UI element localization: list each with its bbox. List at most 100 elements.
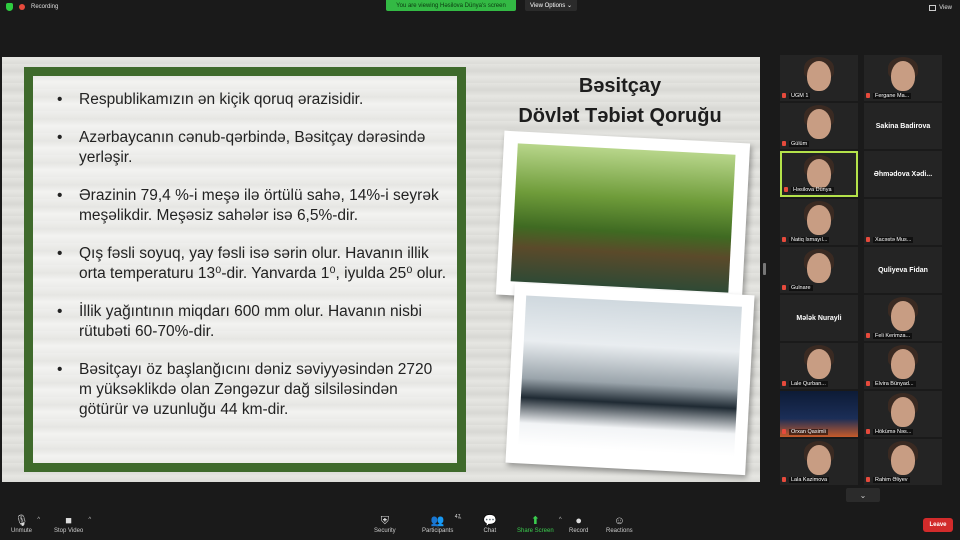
participant-tile[interactable]: Xacəstə Mus... — [864, 199, 942, 245]
mic-muted-icon — [782, 93, 786, 98]
bullet-item: Respublikamızın ən kiçik qoruq ərazisidi… — [53, 90, 447, 110]
chat-label: Chat — [483, 528, 497, 534]
participant-name: Rahim Əliyev — [873, 477, 910, 483]
record-button[interactable]: ● Record — [569, 515, 588, 534]
viewing-banner: You are viewing Həsilova Dünya's screen — [386, 0, 516, 11]
participant-video — [891, 61, 915, 91]
mic-muted-icon — [866, 93, 870, 98]
participant-name: Fergane Ma... — [873, 93, 912, 99]
top-bar: Recording You are viewing Həsilova Dünya… — [0, 0, 960, 18]
record-label: Record — [569, 528, 589, 534]
participant-name: Xacəstə Mus... — [873, 237, 914, 243]
participant-name: Həsilova Dünya — [791, 187, 834, 193]
view-label: View — [939, 5, 952, 11]
participant-video — [807, 253, 831, 283]
participant-name: Lala Kazimova — [789, 477, 830, 483]
participant-video — [891, 445, 915, 475]
reactions-icon: ☺ — [613, 515, 625, 527]
participant-tile[interactable]: Həsilova Dünya — [780, 151, 858, 197]
record-icon: ● — [575, 515, 582, 527]
snow-image — [518, 295, 742, 457]
reactions-button[interactable]: ☺ Reactions — [606, 515, 633, 534]
unmute-label: Unmute — [11, 528, 33, 534]
participants-icon: 👥 — [430, 515, 445, 527]
participant-name: Gulnare — [789, 285, 813, 291]
security-shield-icon: ⛨ — [380, 515, 389, 527]
slide-title-line2: Dövlət Təbiət Qoruğu — [518, 105, 722, 127]
slide-title: Bəsitçay Dövlət Təbiət Qoruğu — [500, 71, 740, 131]
participant-tile[interactable]: Rahim Əliyev — [864, 439, 942, 485]
participant-tile[interactable]: Lale Qurban... — [780, 343, 858, 389]
mic-muted-icon — [782, 429, 786, 434]
participant-tile[interactable]: Quliyeva Fidan — [864, 247, 942, 293]
participant-tile[interactable]: Elvira Bünyad... — [864, 343, 942, 389]
stop-video-label: Stop Video — [54, 528, 84, 534]
mic-muted-icon — [784, 187, 788, 192]
participant-video — [807, 445, 831, 475]
mic-muted-icon — [782, 381, 786, 386]
chevron-down-icon[interactable]: ⌄ — [846, 488, 880, 502]
view-options-button[interactable]: View Options ⌄ — [525, 0, 577, 11]
chevron-up-icon[interactable]: ^ — [37, 517, 40, 523]
chat-icon: 💬 — [483, 515, 497, 527]
participant-tile[interactable]: Fergane Ma... — [864, 55, 942, 101]
unmute-button[interactable]: 🎙 Unmute ^ — [11, 515, 40, 534]
mic-muted-icon — [782, 237, 786, 242]
participant-video — [807, 109, 831, 139]
participant-tile[interactable]: Feli Kerimza... — [864, 295, 942, 341]
snow-photo — [505, 282, 755, 476]
mic-muted-icon — [782, 141, 786, 146]
security-button[interactable]: ⛨ Security — [374, 515, 396, 534]
participant-video — [891, 301, 915, 331]
participant-tile[interactable]: UGM 1 — [780, 55, 858, 101]
participant-name: Natiq İsmayıl... — [789, 237, 830, 243]
chevron-up-icon[interactable]: ^ — [459, 517, 462, 523]
bullet-item: İllik yağıntının miqdarı 600 mm olur. Ha… — [53, 302, 447, 342]
participant-video — [807, 61, 831, 91]
participants-button[interactable]: 👥 47 Participants ^ — [422, 514, 461, 534]
participant-tile[interactable]: Sakina Badirova — [864, 103, 942, 149]
participant-tile[interactable]: Əhmədova Xədi... — [864, 151, 942, 197]
chevron-up-icon[interactable]: ^ — [88, 517, 91, 523]
participant-name: Gülüm — [789, 141, 810, 147]
participant-name: Hökümə Nəs... — [873, 429, 914, 435]
participant-tile[interactable]: Natiq İsmayıl... — [780, 199, 858, 245]
participant-name: Orxan Qasimli — [789, 429, 828, 435]
share-screen-button[interactable]: ⬆ Share Screen ^ — [517, 515, 562, 534]
reactions-label: Reactions — [606, 528, 633, 534]
participant-gallery: UGM 1 Fergane Ma... Gülüm Sakina Badirova Hə… — [780, 55, 948, 485]
participant-tile[interactable]: Lala Kazimova — [780, 439, 858, 485]
participant-tile[interactable]: Mələk Nurayli — [780, 295, 858, 341]
shield-icon[interactable] — [6, 3, 13, 11]
participant-video — [807, 349, 831, 379]
stop-video-button[interactable]: ■ Stop Video ^ — [54, 515, 91, 534]
view-button[interactable]: View — [929, 5, 952, 11]
mic-muted-icon — [866, 477, 870, 482]
security-label: Security — [374, 528, 396, 534]
participant-name-large: Əhmədova Xədi... — [873, 170, 933, 178]
participant-tile[interactable]: Gülüm — [780, 103, 858, 149]
recording-label: Recording — [31, 4, 59, 10]
participant-name-large: Mələk Nurayli — [796, 314, 842, 322]
participant-name-large: Sakina Badirova — [875, 122, 931, 130]
resize-handle[interactable] — [763, 263, 766, 275]
participant-video — [807, 205, 831, 235]
participant-name-large: Quliyeva Fidan — [878, 266, 928, 274]
participant-video — [891, 397, 915, 427]
bottom-control-bar: 🎙 Unmute ^ ■ Stop Video ^ ⛨ Security 👥 4… — [0, 512, 960, 540]
bullet-item: Qış fəsli soyuq, yay fəsli isə sərin olu… — [53, 244, 447, 284]
mic-muted-icon — [866, 429, 870, 434]
participant-name: Elvira Bünyad... — [873, 381, 916, 387]
mic-muted-icon: 🎙 — [14, 515, 29, 527]
chat-button[interactable]: 💬 Chat — [483, 515, 497, 534]
forest-photo — [495, 130, 751, 308]
participant-name: UGM 1 — [789, 93, 811, 99]
chevron-up-icon[interactable]: ^ — [559, 517, 562, 523]
recording-icon — [19, 4, 25, 10]
participant-video — [807, 159, 831, 189]
leave-button[interactable]: Leave — [923, 518, 953, 532]
participant-tile[interactable]: Gulnare — [780, 247, 858, 293]
mic-muted-icon — [866, 237, 870, 242]
participant-tile[interactable]: Orxan Qasimli — [780, 391, 858, 437]
participant-tile[interactable]: Hökümə Nəs... — [864, 391, 942, 437]
